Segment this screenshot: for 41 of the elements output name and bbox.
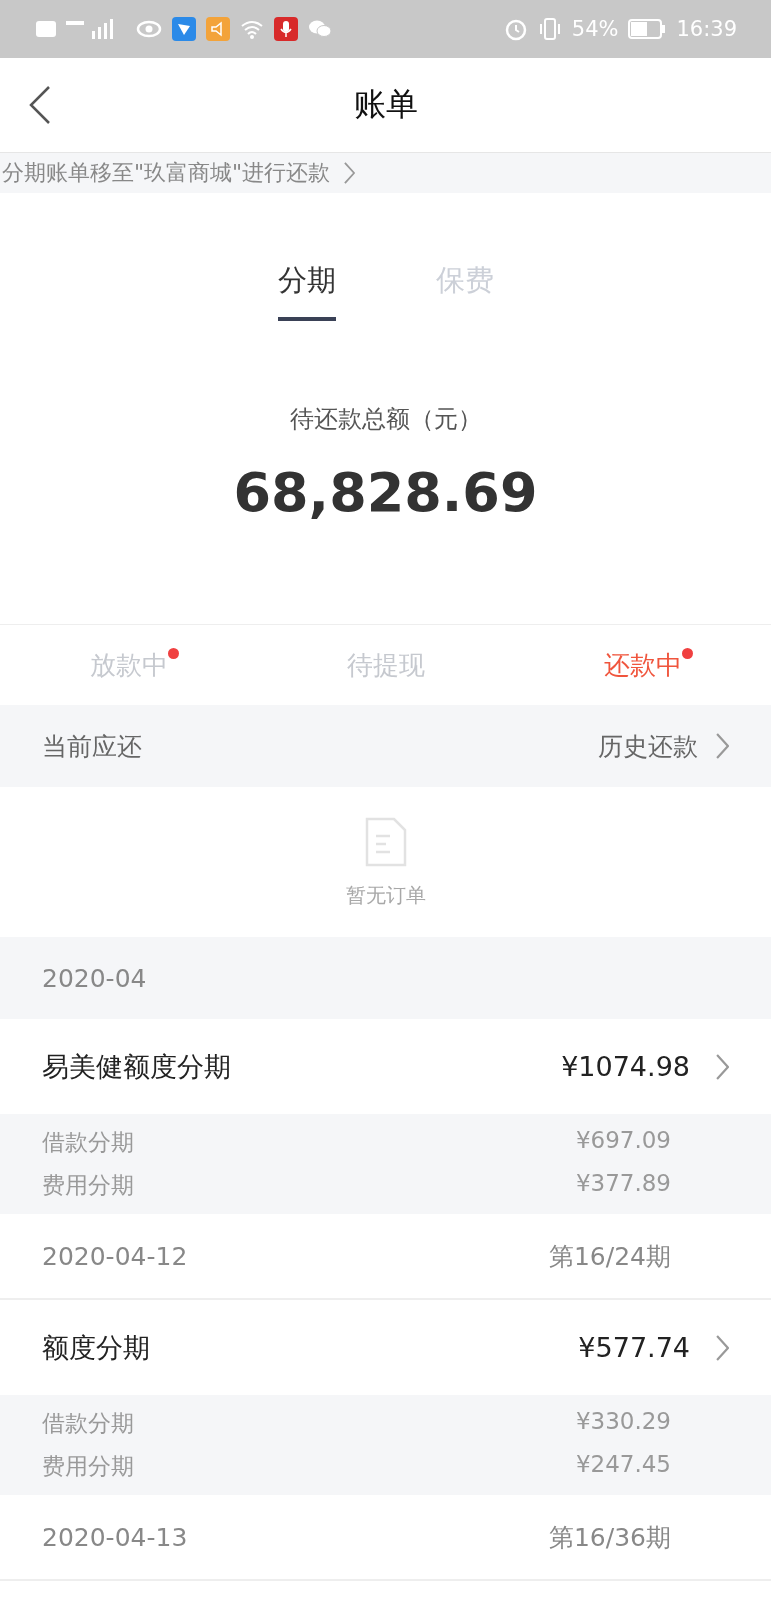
bill-title[interactable]: 易美健额度分期	[42, 1048, 562, 1085]
bill-amount: ¥577.74	[578, 1332, 690, 1363]
microphone-icon	[274, 17, 298, 41]
due-date: 2020-04-12	[42, 1241, 188, 1271]
tab[interactable]: 分期	[277, 261, 336, 321]
alarm-icon	[503, 17, 528, 41]
page-title: 账单	[353, 84, 418, 125]
notice-bar[interactable]: 分期账单移至"玖富商城"进行还款	[0, 153, 771, 193]
chevron-right-icon	[344, 162, 356, 184]
wifi-icon	[240, 18, 264, 40]
detail-label: 费用分期	[42, 1171, 134, 1200]
period-count: 第16/24期	[548, 1240, 671, 1273]
detail-value: ¥247.45	[575, 1451, 671, 1479]
detail-label: 借款分期	[42, 1128, 134, 1157]
app-icon	[172, 17, 196, 41]
vibrate-icon	[537, 17, 562, 41]
detail-value: ¥330.29	[575, 1408, 671, 1436]
chevron-right-icon	[716, 1334, 729, 1361]
history-link[interactable]: 历史还款	[598, 729, 698, 763]
month-label: 2020-04	[42, 963, 147, 993]
eye-icon	[136, 19, 162, 39]
battery-icon	[628, 19, 667, 39]
empty-message: 暂无订单	[345, 881, 426, 909]
detail-value: ¥377.89	[575, 1170, 671, 1198]
back-icon[interactable]	[28, 85, 52, 125]
chevron-right-icon	[716, 1053, 729, 1080]
due-date: 2020-04-13	[42, 1522, 188, 1552]
detail-value: ¥697.09	[575, 1127, 671, 1155]
document-icon	[363, 815, 408, 868]
chevron-right-icon	[716, 733, 729, 759]
section-label: 当前应还	[42, 730, 142, 763]
bill-amount: ¥1074.98	[561, 1051, 690, 1082]
notice-text: 分期账单移至"玖富商城"进行还款	[2, 159, 331, 187]
speaker-icon	[206, 17, 230, 41]
detail-label: 费用分期	[42, 1452, 134, 1481]
total-amount: 68,828.69	[232, 461, 539, 524]
detail-label: 借款分期	[42, 1409, 134, 1438]
status-tab[interactable]: 还款中	[603, 649, 682, 680]
total-label: 待还款总额（元）	[288, 404, 483, 435]
bill-title[interactable]: 额度分期	[42, 1329, 579, 1366]
period-count: 第16/36期	[548, 1521, 671, 1554]
